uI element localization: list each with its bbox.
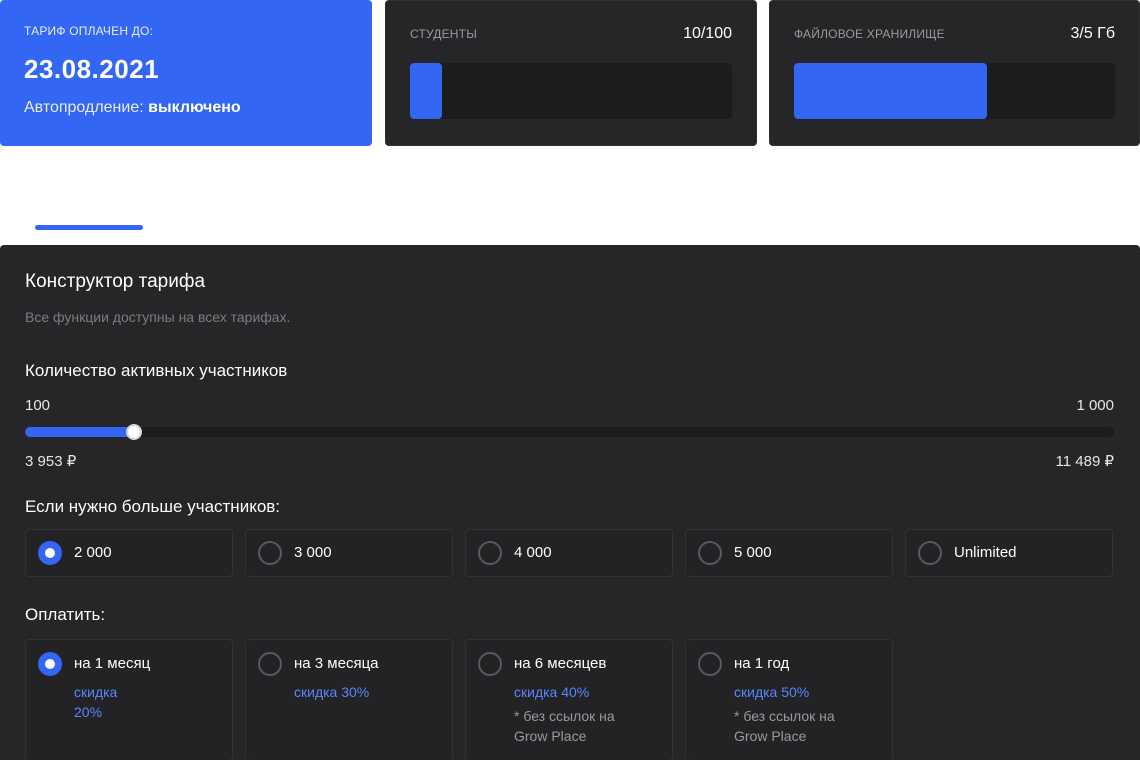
pay-option-label: на 1 месяц	[74, 655, 151, 672]
option-label: 4 000	[514, 544, 552, 561]
participants-max-label: 1 000	[1076, 397, 1114, 414]
pay-option-label: на 1 год	[734, 655, 790, 672]
storage-progress-fill	[794, 63, 987, 119]
autorenew-label: Автопродление:	[24, 99, 144, 116]
pay-option-note: * без ссылок на Grow Place	[734, 708, 835, 744]
pay-option-label: на 3 месяца	[294, 655, 379, 672]
students-card: СТУДЕНТЫ 10/100	[385, 0, 757, 146]
participants-slider-handle[interactable]	[125, 424, 142, 440]
pay-period-options: на 1 месяц скидка 20% на 3 месяца скидка…	[25, 639, 893, 760]
autorenew-status: Автопродление: выключено	[24, 99, 348, 117]
pay-option-discount: скидка 40%	[514, 684, 590, 700]
plan-card: ТАРИФ ОПЛАЧЕН ДО: 23.08.2021 Автопродлен…	[0, 0, 372, 146]
students-label: СТУДЕНТЫ	[410, 27, 478, 41]
price-max-label: 11 489 ₽	[1055, 453, 1114, 470]
participants-title: Количество активных участников	[25, 361, 288, 380]
radio-icon[interactable]	[38, 541, 62, 565]
option-label: 3 000	[294, 544, 332, 561]
radio-icon[interactable]	[478, 541, 502, 565]
constructor-title: Конструктор тарифа	[25, 271, 206, 292]
radio-icon[interactable]	[38, 652, 62, 676]
radio-icon[interactable]	[258, 652, 282, 676]
students-progress-fill	[410, 63, 443, 119]
more-participants-title: Если нужно больше участников:	[25, 497, 281, 516]
pay-option-discount: скидка 20%	[74, 684, 118, 720]
pay-option-label: на 6 месяцев	[514, 655, 607, 672]
participants-slider-fill	[25, 427, 134, 437]
price-min-label: 3 953 ₽	[25, 453, 77, 470]
option-label: 5 000	[734, 544, 772, 561]
plan-paid-until-date: 23.08.2021	[24, 54, 160, 84]
radio-icon[interactable]	[918, 541, 942, 565]
option-label: Unlimited	[954, 544, 1017, 561]
autorenew-value: выключено	[148, 99, 241, 116]
constructor-subtitle: Все функции доступны на всех тарифах.	[25, 309, 291, 325]
storage-count: 3/5 Гб	[1070, 25, 1115, 42]
storage-progress-bar	[794, 63, 1115, 119]
active-tab-indicator	[35, 225, 143, 230]
plan-paid-until-label: ТАРИФ ОПЛАЧЕН ДО:	[24, 24, 154, 38]
pay-option-1-month[interactable]: на 1 месяц скидка 20%	[25, 639, 233, 760]
pay-option-3-months[interactable]: на 3 месяца скидка 30%	[245, 639, 453, 760]
radio-icon[interactable]	[258, 541, 282, 565]
participants-option-5000[interactable]: 5 000	[685, 529, 893, 577]
radio-icon[interactable]	[698, 652, 722, 676]
radio-icon[interactable]	[478, 652, 502, 676]
participants-option-unlimited[interactable]: Unlimited	[905, 529, 1113, 577]
pay-option-6-months[interactable]: на 6 месяцев скидка 40% * без ссылок на …	[465, 639, 673, 760]
storage-label: ФАЙЛОВОЕ ХРАНИЛИЩЕ	[794, 27, 945, 41]
students-count: 10/100	[683, 25, 732, 42]
radio-icon[interactable]	[698, 541, 722, 565]
participants-option-2000[interactable]: 2 000	[25, 529, 233, 577]
students-progress-bar	[410, 63, 732, 119]
more-participants-options: 2 000 3 000 4 000 5 000 Unlimited	[25, 529, 1113, 577]
participants-slider[interactable]	[25, 424, 1114, 440]
price-range-labels: 3 953 ₽ 11 489 ₽	[25, 452, 1114, 470]
participants-min-label: 100	[25, 397, 51, 414]
participants-option-4000[interactable]: 4 000	[465, 529, 673, 577]
participants-range-labels: 100 1 000	[25, 397, 1114, 414]
pay-title: Оплатить:	[25, 605, 106, 624]
pay-option-discount: скидка 50%	[734, 684, 810, 700]
option-label: 2 000	[74, 544, 112, 561]
storage-card: ФАЙЛОВОЕ ХРАНИЛИЩЕ 3/5 Гб	[769, 0, 1140, 146]
tariff-constructor-panel: Конструктор тарифа Все функции доступны …	[0, 245, 1140, 760]
pay-option-note: * без ссылок на Grow Place	[514, 708, 615, 744]
pay-option-1-year[interactable]: на 1 год скидка 50% * без ссылок на Grow…	[685, 639, 893, 760]
pay-option-discount: скидка 30%	[294, 684, 370, 700]
participants-option-3000[interactable]: 3 000	[245, 529, 453, 577]
